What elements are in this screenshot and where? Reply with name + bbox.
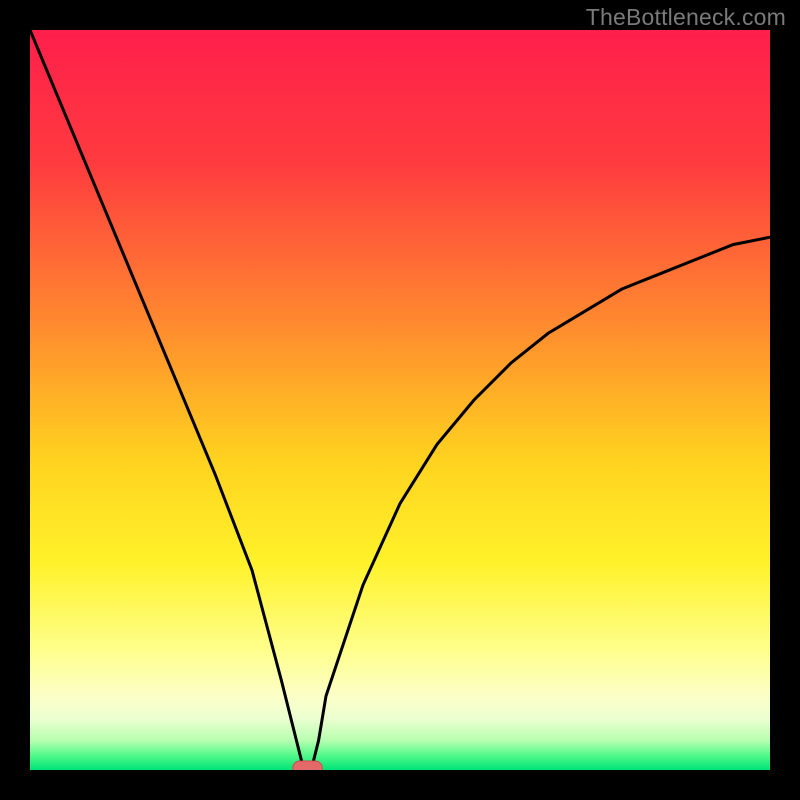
frame-bottom	[0, 770, 800, 800]
frame-left	[0, 0, 30, 800]
plot-background	[30, 30, 770, 770]
chart-container: TheBottleneck.com	[0, 0, 800, 800]
frame-right	[770, 0, 800, 800]
attribution-text: TheBottleneck.com	[586, 4, 786, 31]
bottleneck-chart	[0, 0, 800, 800]
